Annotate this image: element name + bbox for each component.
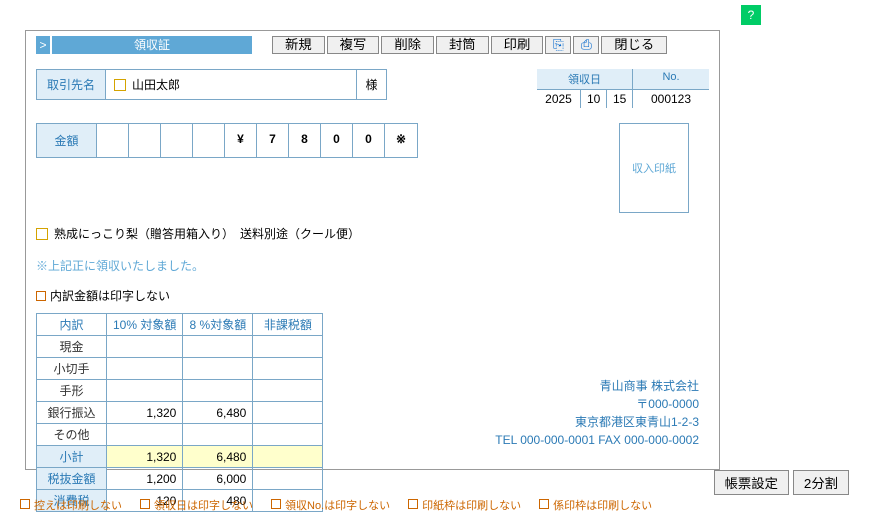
- copy-button[interactable]: 複写: [327, 36, 380, 54]
- opt-no-number[interactable]: 領収No.は印字しない: [271, 497, 390, 513]
- client-box: 取引先名 山田太郎 様: [36, 69, 387, 100]
- cell[interactable]: [107, 336, 183, 358]
- envelope-button[interactable]: 封筒: [436, 36, 489, 54]
- checkbox-icon: [20, 499, 30, 509]
- amount-digit[interactable]: 0: [321, 124, 353, 157]
- receipt-number[interactable]: 000123: [633, 90, 709, 108]
- print-button[interactable]: 印刷: [491, 36, 544, 54]
- cell: 6,480: [183, 446, 253, 468]
- breakdown-table: 内訳10% 対象額8 %対象額非課税額 現金 小切手 手形 銀行振込1,3206…: [36, 313, 323, 512]
- cell[interactable]: [107, 424, 183, 446]
- color-marker-icon: [114, 79, 126, 91]
- company-address: 東京都港区東青山1-2-3: [495, 413, 699, 431]
- copy-icon-button[interactable]: ⎘: [545, 36, 571, 54]
- row-transfer: 銀行振込: [37, 402, 107, 424]
- new-button[interactable]: 新規: [272, 36, 325, 54]
- split-button[interactable]: 2分割: [793, 470, 849, 495]
- th: 内訳: [37, 314, 107, 336]
- description-text: 熟成にっこり梨（贈答用箱入り） 送料別途（クール便）: [54, 225, 360, 242]
- close-button[interactable]: 閉じる: [601, 36, 667, 54]
- no-print-breakdown-checkbox[interactable]: 内訳金額は印字しない: [26, 279, 719, 309]
- checkbox-icon: [539, 499, 549, 509]
- cell[interactable]: 6,480: [183, 402, 253, 424]
- amount-digit[interactable]: 0: [353, 124, 385, 157]
- amount-digit[interactable]: ※: [385, 124, 417, 157]
- title-arrow-icon: >: [36, 36, 50, 54]
- row-pretax: 税抜金額: [37, 468, 107, 490]
- number-header: No.: [633, 69, 709, 90]
- checkbox-icon: [408, 499, 418, 509]
- checkbox-icon: [271, 499, 281, 509]
- amount-label: 金額: [37, 124, 97, 157]
- company-tel: TEL 000-000-0001 FAX 000-000-0002: [495, 431, 699, 449]
- cell[interactable]: [253, 336, 323, 358]
- cell[interactable]: [183, 380, 253, 402]
- th: 8 %対象額: [183, 314, 253, 336]
- cell[interactable]: [183, 424, 253, 446]
- th: 非課税額: [253, 314, 323, 336]
- amount-digit[interactable]: ¥: [225, 124, 257, 157]
- cell[interactable]: [253, 402, 323, 424]
- date-year[interactable]: 2025: [537, 90, 581, 108]
- opt-no-copy[interactable]: 控えは印刷しない: [20, 497, 122, 513]
- client-label: 取引先名: [37, 70, 106, 99]
- row-bill: 手形: [37, 380, 107, 402]
- client-name-field[interactable]: 山田太郎: [106, 70, 356, 99]
- cell: 1,200: [107, 468, 183, 490]
- cell[interactable]: [253, 380, 323, 402]
- cell[interactable]: [253, 424, 323, 446]
- amount-digit[interactable]: [161, 124, 193, 157]
- cell: 6,000: [183, 468, 253, 490]
- print-options: 控えは印刷しない 領収日は印字しない 領収No.は印字しない 印紙枠は印刷しない…: [20, 497, 652, 513]
- th: 10% 対象額: [107, 314, 183, 336]
- company-name: 青山商事 株式会社: [495, 377, 699, 395]
- amount-digit[interactable]: 7: [257, 124, 289, 157]
- date-header: 領収日: [537, 69, 633, 90]
- cell: 1,320: [107, 446, 183, 468]
- opt-no-date[interactable]: 領収日は印字しない: [140, 497, 253, 513]
- cell: [253, 446, 323, 468]
- receipt-form: > 領収証 新規 複写 削除 封筒 印刷 ⎘ ⎙ 閉じる 取引先名 山田太郎 様…: [25, 30, 720, 470]
- amount-digit[interactable]: 8: [289, 124, 321, 157]
- amount-digit[interactable]: [97, 124, 129, 157]
- company-zip: 〒000-0000: [495, 395, 699, 413]
- cell[interactable]: [107, 358, 183, 380]
- amount-digit[interactable]: [193, 124, 225, 157]
- delete-button[interactable]: 削除: [381, 36, 434, 54]
- cell[interactable]: [107, 380, 183, 402]
- cell: [253, 468, 323, 490]
- cell[interactable]: [253, 358, 323, 380]
- checkbox-icon: [140, 499, 150, 509]
- row-cash: 現金: [37, 336, 107, 358]
- color-marker-icon: [36, 228, 48, 240]
- checkbox-label: 内訳金額は印字しない: [50, 287, 170, 304]
- revenue-stamp-box: 収入印紙: [619, 123, 689, 213]
- cell[interactable]: [183, 358, 253, 380]
- opt-no-seal[interactable]: 係印枠は印刷しない: [539, 497, 652, 513]
- help-button[interactable]: ?: [741, 5, 761, 25]
- company-info: 青山商事 株式会社 〒000-0000 東京都港区東青山1-2-3 TEL 00…: [495, 377, 699, 449]
- row-check: 小切手: [37, 358, 107, 380]
- paste-icon-button[interactable]: ⎙: [573, 36, 599, 54]
- form-title: 領収証: [52, 36, 252, 54]
- form-settings-button[interactable]: 帳票設定: [714, 470, 789, 495]
- description-row[interactable]: 熟成にっこり梨（贈答用箱入り） 送料別途（クール便）: [26, 213, 719, 242]
- checkbox-icon: [36, 291, 46, 301]
- date-day[interactable]: 15: [607, 90, 633, 108]
- date-month[interactable]: 10: [581, 90, 607, 108]
- sama-suffix: 様: [356, 70, 386, 99]
- amount-digit[interactable]: [129, 124, 161, 157]
- row-other: その他: [37, 424, 107, 446]
- cell[interactable]: [183, 336, 253, 358]
- date-number-box: 領収日 No. 2025 10 15 000123: [537, 69, 709, 108]
- client-name-text: 山田太郎: [132, 76, 180, 93]
- amount-box: 金額 ¥ 7 8 0 0 ※: [36, 123, 418, 158]
- row-subtotal: 小計: [37, 446, 107, 468]
- receipt-note: ※上記正に領収いたしました。: [26, 242, 719, 279]
- cell[interactable]: 1,320: [107, 402, 183, 424]
- opt-no-stamp[interactable]: 印紙枠は印刷しない: [408, 497, 521, 513]
